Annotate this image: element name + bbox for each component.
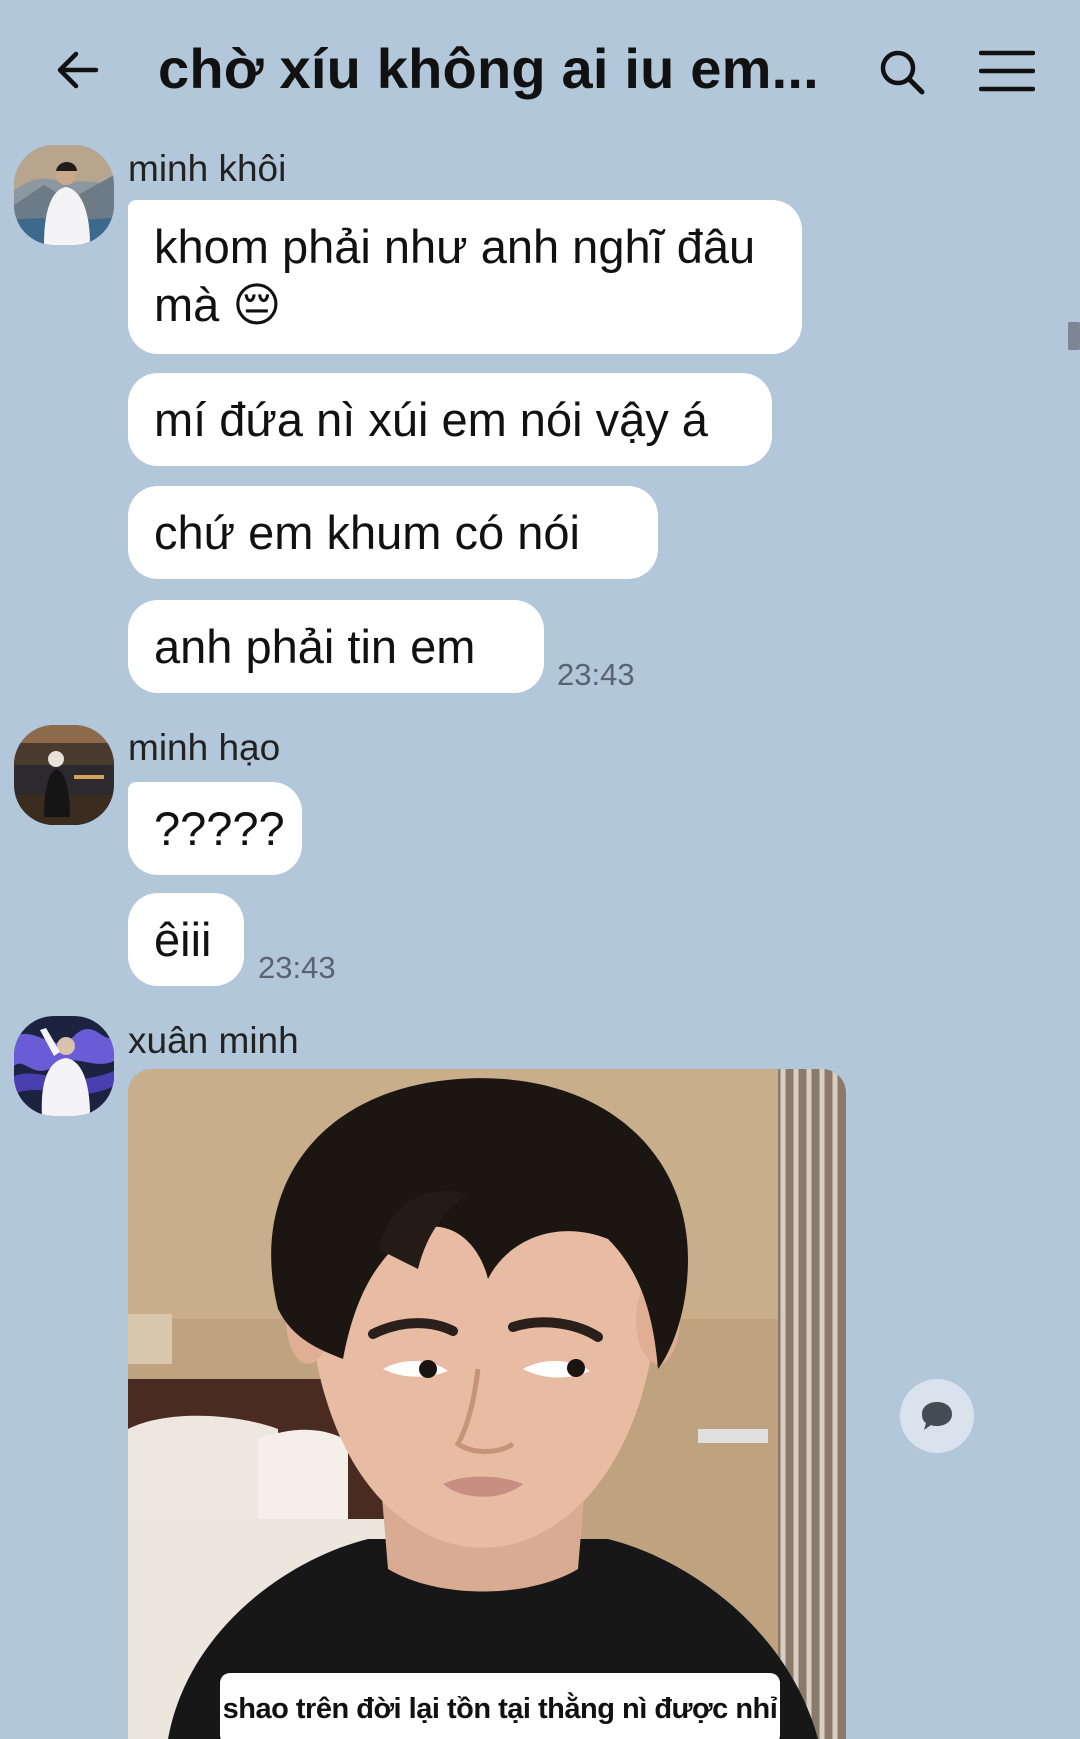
chat-bubble-icon: [922, 1402, 952, 1430]
arrow-left-icon: [57, 51, 99, 89]
message-bubble[interactable]: khom phải như anh nghĩ đâu mà 😔: [128, 200, 802, 354]
message-bubble[interactable]: êiii: [128, 893, 244, 986]
hamburger-menu-icon: [979, 50, 1035, 92]
message-bubble[interactable]: ?????: [128, 782, 302, 875]
message-text: chứ em khum có nói: [154, 506, 580, 559]
avatar-minh-hao[interactable]: [14, 725, 114, 825]
message-photo[interactable]: shao trên đời lại tồn tại thằng nì được …: [128, 1069, 846, 1739]
message-timestamp: 23:43: [557, 657, 635, 692]
message-text: êiii: [154, 913, 212, 966]
search-button[interactable]: [872, 42, 932, 102]
menu-button[interactable]: [978, 44, 1036, 98]
message-bubble[interactable]: chứ em khum có nói: [128, 486, 658, 579]
avatar-photo: [14, 725, 114, 825]
avatar-xuan-minh[interactable]: [14, 1016, 114, 1116]
search-icon: [880, 50, 925, 95]
back-button[interactable]: [50, 42, 106, 98]
photo-image: [128, 1069, 846, 1739]
sender-name: minh khôi: [128, 148, 287, 189]
share-button[interactable]: [900, 1379, 974, 1453]
scrollbar-thumb[interactable]: [1068, 322, 1080, 350]
message-timestamp: 23:43: [258, 950, 336, 985]
avatar-minh-khoi[interactable]: [14, 145, 114, 245]
message-text: anh phải tin em: [154, 620, 476, 673]
sender-name: xuân minh: [128, 1020, 299, 1061]
message-text: khom phải như anh nghĩ đâu mà 😔: [154, 220, 756, 331]
message-text: mí đứa nì xúi em nói vậy á: [154, 393, 708, 446]
chat-header: chờ xíu không ai iu em...: [0, 0, 1080, 140]
chat-title: chờ xíu không ai iu em...: [158, 37, 819, 100]
message-text: ?????: [154, 802, 285, 855]
photo-caption: shao trên đời lại tồn tại thằng nì được …: [220, 1673, 780, 1739]
sender-name: minh hạo: [128, 727, 281, 768]
avatar-photo: [14, 145, 114, 245]
avatar-photo: [14, 1016, 114, 1116]
message-bubble[interactable]: anh phải tin em: [128, 600, 544, 693]
message-bubble[interactable]: mí đứa nì xúi em nói vậy á: [128, 373, 772, 466]
